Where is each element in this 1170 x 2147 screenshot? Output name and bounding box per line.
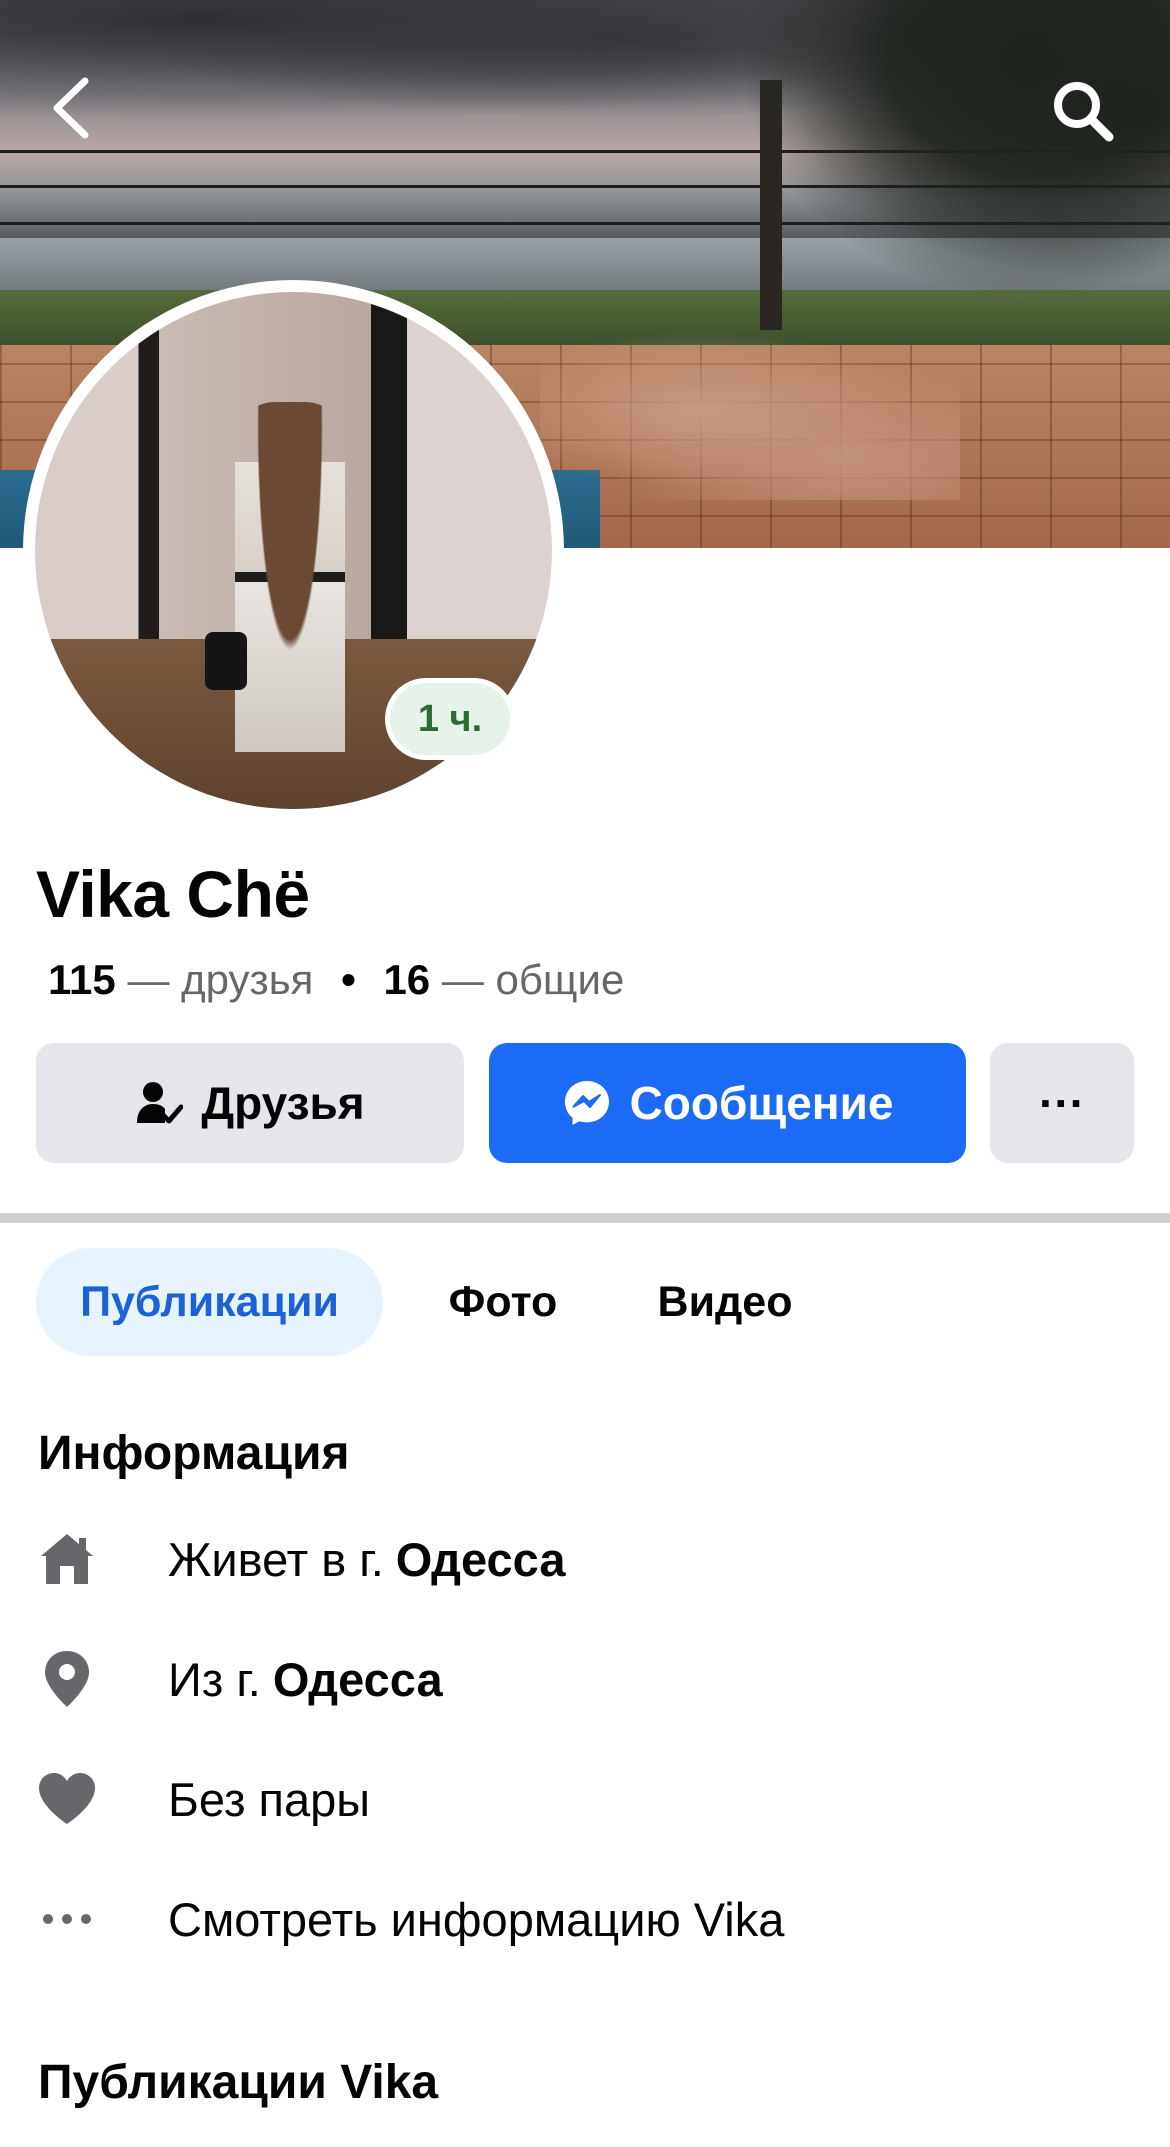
chevron-left-icon [53,77,89,139]
message-button[interactable]: Сообщение [489,1043,966,1163]
section-divider [0,1213,1170,1223]
friends-label: — друзья [127,956,314,1003]
info-row-city[interactable]: Одесса [396,1532,566,1587]
see-more-info-link[interactable]: Смотреть информацию Vika [36,1879,1136,1959]
see-more-info-label: Смотреть информацию Vika [168,1892,785,1946]
profile-name: Vika Chë [36,857,310,931]
mutual-label: — общие [441,956,625,1003]
info-row-from: Из г. Одесса [36,1639,1136,1719]
back-button[interactable] [46,72,96,144]
mutual-count: 16 [383,956,431,1003]
info-row-text: Живет в г. [168,1532,384,1586]
posts-section-title: Публикации Vika [38,2056,439,2109]
search-button[interactable] [1050,78,1116,144]
tab-posts[interactable]: Публикации [36,1248,383,1356]
friend-check-icon [135,1079,184,1127]
cover-legs [540,330,960,500]
location-pin-icon [36,1648,98,1710]
tab-video[interactable]: Видео [640,1248,810,1356]
friends-button-label: Друзья [201,1077,365,1129]
search-icon [1054,82,1114,142]
cover-palm [700,0,1170,330]
home-icon [36,1528,98,1590]
info-row-lives-in: Живет в г. Одесса [36,1519,1136,1599]
info-row-text: Без пары [168,1772,371,1826]
friends-count: 115 [48,956,116,1003]
avatar-person [235,402,345,802]
messenger-icon [562,1078,612,1128]
story-time-label: 1 ч. [390,683,510,755]
more-options-button[interactable]: ··· [990,1043,1134,1163]
heart-icon [36,1768,98,1830]
friends-button[interactable]: Друзья [36,1043,464,1163]
friends-stats[interactable]: 115 — друзья • 16 — общие [48,956,624,1004]
info-row-text: Из г. [168,1652,261,1706]
info-row-city[interactable]: Одесса [273,1652,443,1707]
stats-separator: • [341,956,356,1003]
avatar-bag [205,632,247,690]
info-row-relationship: Без пары [36,1759,1136,1839]
more-dots-icon [36,1888,98,1950]
message-button-label: Сообщение [629,1077,894,1129]
story-time-badge[interactable]: 1 ч. [385,678,515,760]
more-options-label: ··· [1039,1077,1085,1129]
tab-photo[interactable]: Фото [418,1248,588,1356]
info-section-title: Информация [38,1427,350,1480]
